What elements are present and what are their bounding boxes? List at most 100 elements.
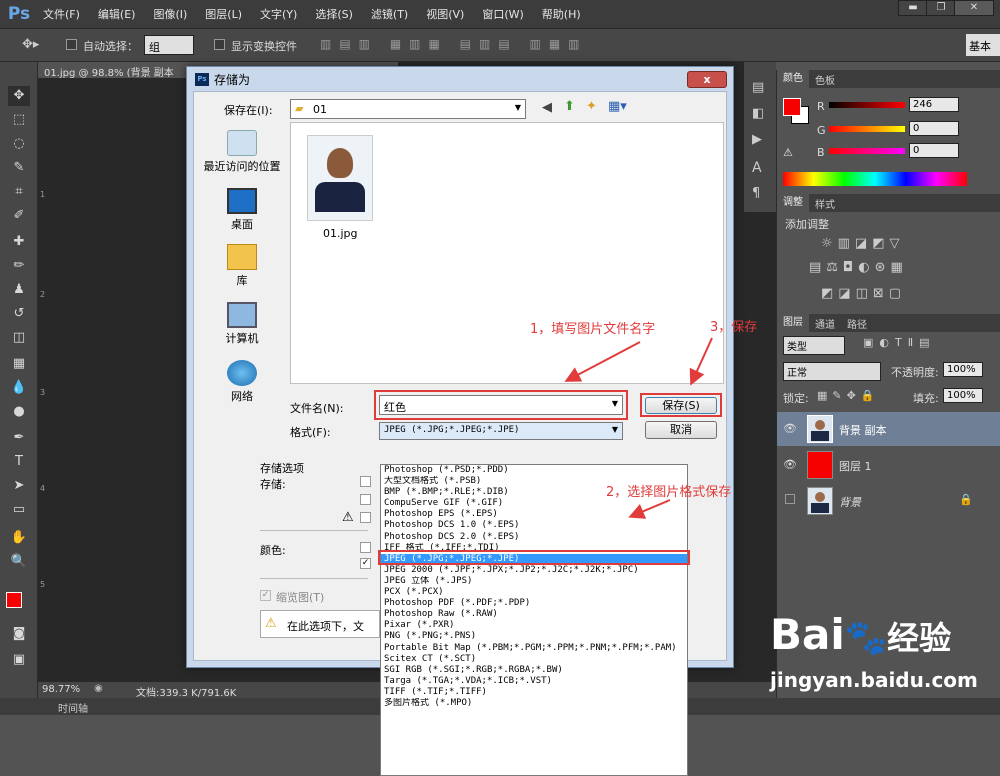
tab-swatches[interactable]: 色板 — [809, 72, 841, 87]
menu-help[interactable]: 帮助(H) — [533, 6, 590, 22]
gradient-tool-icon[interactable]: ▦ — [8, 354, 30, 374]
r-slider[interactable] — [829, 102, 905, 108]
format-option[interactable]: Pixar (*.PXR) — [381, 620, 687, 631]
up-folder-icon[interactable]: ⬆ — [564, 99, 575, 114]
visibility-empty-box[interactable] — [785, 494, 795, 504]
format-option[interactable]: JPEG 立体 (*.JPS) — [381, 576, 687, 587]
g-value[interactable]: 0 — [909, 121, 959, 136]
format-option[interactable]: Photoshop PDF (*.PDF;*.PDP) — [381, 598, 687, 609]
show-transform-checkbox[interactable] — [214, 39, 225, 50]
shape-tool-icon[interactable]: ▭ — [8, 500, 30, 520]
foreground-color-swatch[interactable] — [6, 592, 22, 608]
zoom-level[interactable]: 98.77% — [42, 684, 80, 695]
format-dropdown[interactable]: JPEG (*.JPG;*.JPEG;*.JPE) ▼ — [379, 422, 623, 440]
align-icons[interactable]: ▥▤▥ ▦▥▦ ▤▥▤ ▥▦▥ — [320, 37, 588, 51]
place-library[interactable]: 库 — [202, 244, 282, 288]
tab-adjustments[interactable]: 调整 — [777, 194, 809, 212]
layer-row[interactable]: 背景 🔒 — [777, 484, 1000, 518]
menu-view[interactable]: 视图(V) — [417, 6, 473, 22]
view-menu-icon[interactable]: ▦▾ — [608, 99, 627, 114]
menu-edit[interactable]: 编辑(E) — [89, 6, 145, 22]
color-option-checkbox-checked[interactable]: ✓ — [360, 558, 371, 569]
b-slider[interactable] — [829, 148, 905, 154]
format-option[interactable]: PCX (*.PCX) — [381, 587, 687, 598]
back-icon[interactable]: ◀ — [542, 100, 552, 115]
path-select-tool-icon[interactable]: ➤ — [8, 476, 30, 496]
tab-styles[interactable]: 样式 — [809, 196, 841, 211]
crop-tool-icon[interactable]: ⌗ — [8, 182, 30, 202]
healing-tool-icon[interactable]: ✚ — [8, 232, 30, 252]
status-menu-icon[interactable]: ◉ — [94, 683, 103, 694]
format-option[interactable]: Scitex CT (*.SCT) — [381, 654, 687, 665]
tab-color[interactable]: 颜色 — [777, 70, 809, 88]
blur-tool-icon[interactable]: 💧 — [8, 378, 30, 398]
menu-select[interactable]: 选择(S) — [306, 6, 362, 22]
g-slider[interactable] — [829, 126, 905, 132]
color-spectrum-bar[interactable] — [783, 172, 967, 186]
menu-file[interactable]: 文件(F) — [34, 6, 89, 22]
close-window-button[interactable]: ✕ — [954, 0, 994, 16]
format-option[interactable]: Targa (*.TGA;*.VDA;*.ICB;*.VST) — [381, 676, 687, 687]
layer-row[interactable]: 👁 背景 副本 — [777, 412, 1000, 446]
menu-image[interactable]: 图像(I) — [144, 6, 196, 22]
dodge-tool-icon[interactable]: ● — [8, 402, 30, 422]
zoom-tool-icon[interactable]: 🔍 — [8, 552, 30, 572]
hand-tool-icon[interactable]: ✋ — [8, 528, 30, 548]
quick-mask-icon[interactable]: ◙ — [8, 624, 30, 644]
save-in-dropdown[interactable]: ▰ 01 ▼ — [290, 99, 526, 119]
filename-input[interactable]: 红色 ▼ — [379, 395, 623, 415]
brush-tool-icon[interactable]: ✏ — [8, 256, 30, 276]
b-value[interactable]: 0 — [909, 143, 959, 158]
menu-window[interactable]: 窗口(W) — [473, 6, 532, 22]
tab-layers[interactable]: 图层 — [777, 314, 809, 332]
format-option[interactable]: PNG (*.PNG;*.PNS) — [381, 631, 687, 642]
color-option-checkbox[interactable] — [360, 542, 371, 553]
format-option[interactable]: Portable Bit Map (*.PBM;*.PGM;*.PPM;*.PN… — [381, 643, 687, 654]
menu-type[interactable]: 文字(Y) — [251, 6, 306, 22]
format-option[interactable]: SGI RGB (*.SGI;*.RGB;*.RGBA;*.BW) — [381, 665, 687, 676]
menu-layer[interactable]: 图层(L) — [196, 6, 251, 22]
place-desktop[interactable]: 桌面 — [202, 188, 282, 232]
store-option-checkbox[interactable] — [360, 494, 371, 505]
workspace-button[interactable]: 基本 — [966, 34, 1000, 56]
save-button[interactable]: 保存(S) — [645, 397, 717, 414]
layer-row[interactable]: 👁 图层 1 — [777, 448, 1000, 482]
tab-paths[interactable]: 路径 — [841, 316, 873, 331]
menu-filter[interactable]: 滤镜(T) — [362, 6, 417, 22]
minimize-button[interactable]: ▬ — [898, 0, 928, 16]
format-dropdown-list[interactable]: Photoshop (*.PSD;*.PDD) 大型文档格式 (*.PSB) BMP… — [380, 464, 688, 776]
format-option[interactable]: Photoshop DCS 2.0 (*.EPS) — [381, 532, 687, 543]
layer-kind-filter[interactable]: 类型 — [783, 336, 845, 355]
lock-icons[interactable]: ▦✎✥🔒 — [817, 389, 880, 402]
blend-mode-dropdown[interactable]: 正常 — [783, 362, 881, 381]
pen-tool-icon[interactable]: ✒ — [8, 428, 30, 448]
eyedropper-tool-icon[interactable]: ✐ — [8, 206, 30, 226]
r-value[interactable]: 246 — [909, 97, 959, 112]
stamp-tool-icon[interactable]: ♟ — [8, 280, 30, 300]
adjustment-icons-row3[interactable]: ◩◪◫⊠▢ — [821, 286, 906, 301]
adjustment-icons-row2[interactable]: ▤⚖◘◐⊛▦ — [809, 260, 908, 275]
format-option[interactable]: Photoshop (*.PSD;*.PDD) — [381, 465, 687, 476]
character-icon[interactable]: A — [752, 160, 762, 176]
screen-mode-icon[interactable]: ▣ — [8, 650, 30, 670]
thumbnail-checkbox[interactable]: ✓ — [260, 590, 271, 601]
marquee-tool-icon[interactable]: ⬚ — [8, 110, 30, 130]
history-icon[interactable]: ▤ — [752, 80, 764, 95]
properties-icon[interactable]: ◧ — [752, 106, 764, 121]
format-option[interactable]: JPEG 2000 (*.JPF;*.JPX;*.JP2;*.J2C;*.J2K… — [381, 565, 687, 576]
format-option[interactable]: Photoshop Raw (*.RAW) — [381, 609, 687, 620]
move-tool-icon[interactable]: ✥ — [8, 86, 30, 106]
visibility-eye-icon[interactable]: 👁 — [783, 422, 797, 435]
auto-select-dropdown[interactable]: 组 — [144, 35, 194, 55]
place-recent[interactable]: 最近访问的位置 — [202, 130, 282, 174]
eraser-tool-icon[interactable]: ◫ — [8, 328, 30, 348]
history-brush-tool-icon[interactable]: ↺ — [8, 304, 30, 324]
dialog-close-button[interactable]: x — [687, 71, 727, 88]
format-option[interactable]: TIFF (*.TIF;*.TIFF) — [381, 687, 687, 698]
place-computer[interactable]: 计算机 — [202, 302, 282, 346]
store-option-checkbox[interactable] — [360, 512, 371, 523]
actions-icon[interactable]: ▶ — [752, 132, 762, 147]
tab-channels[interactable]: 通道 — [809, 316, 841, 331]
adjustment-icons-row1[interactable]: ☼▥◪◩▽ — [821, 236, 905, 251]
fill-input[interactable]: 100% — [943, 388, 983, 403]
